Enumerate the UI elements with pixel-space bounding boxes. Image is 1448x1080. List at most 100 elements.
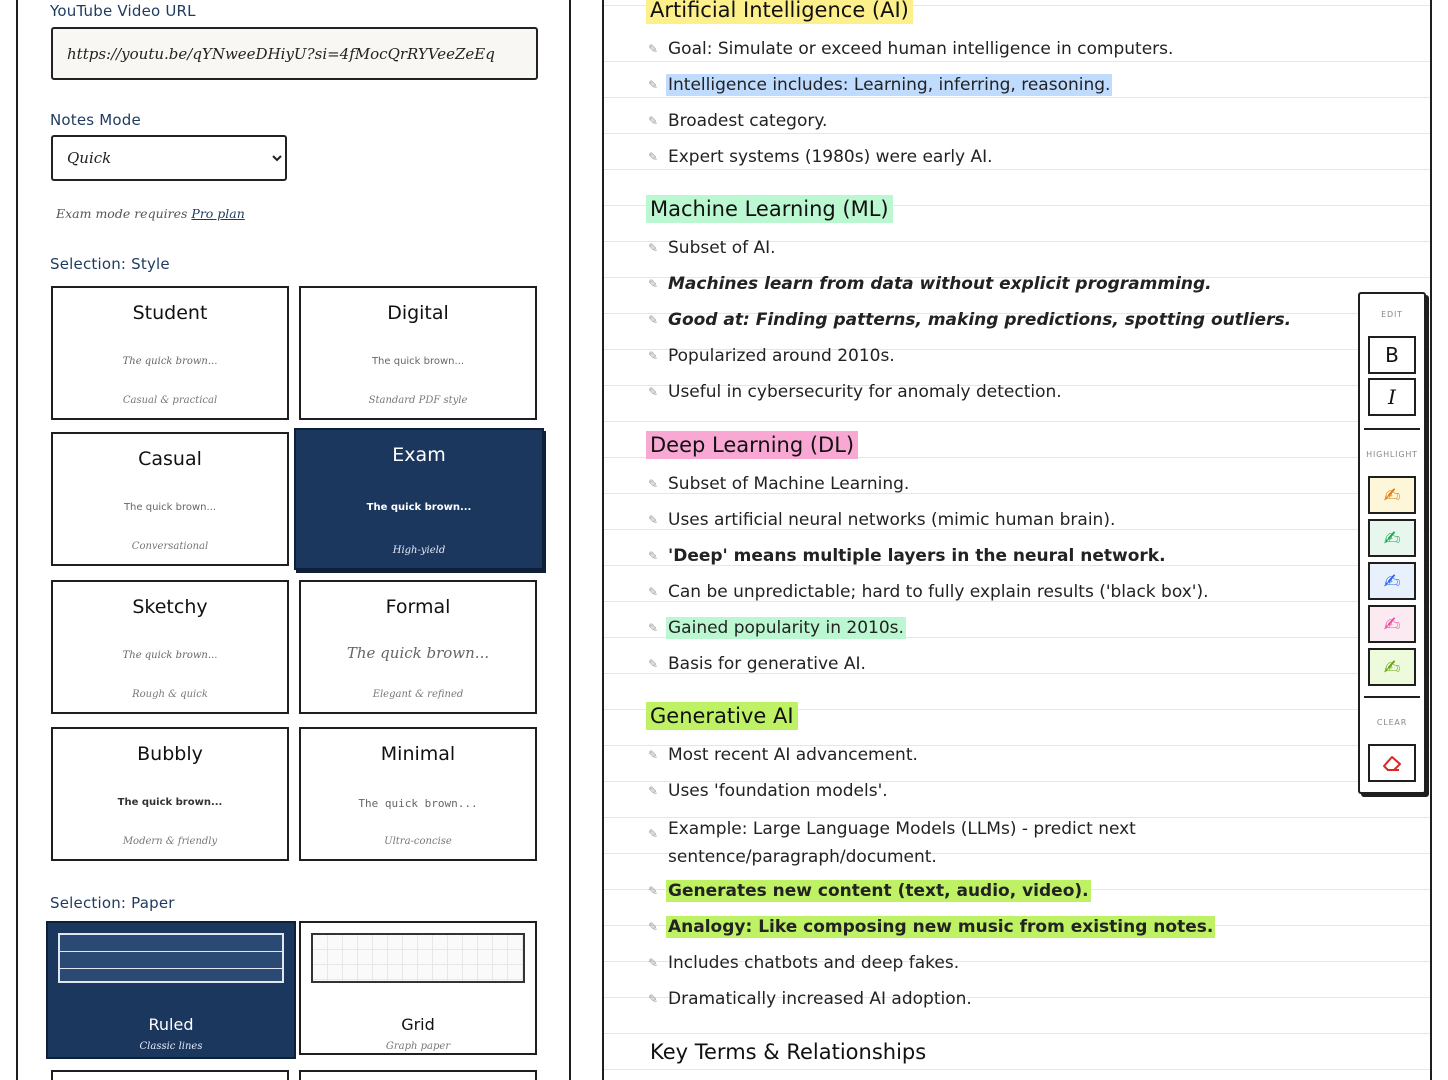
pencil-icon: ✎ <box>648 956 659 970</box>
highlight-green-button[interactable]: ✍ <box>1368 519 1416 557</box>
style-card-sample: The quick brown... <box>122 650 218 661</box>
highlight-yellow-button[interactable]: ✍ <box>1368 476 1416 514</box>
note-line[interactable]: ✎ Popularized around 2010s. <box>648 345 897 367</box>
format-toolbar: EDIT B I HIGHLIGHT ✍ ✍ ✍ ✍ ✍ CLEAR <box>1358 292 1426 794</box>
highlight-pink-button[interactable]: ✍ <box>1368 605 1416 643</box>
pencil-icon: ✎ <box>648 349 659 363</box>
pencil-icon: ✎ <box>648 992 659 1006</box>
toolbar-edit-label: EDIT <box>1381 310 1403 319</box>
settings-panel: YouTube Video URL Notes Mode Quick Exam … <box>16 0 571 1080</box>
pencil-icon: ✎ <box>648 42 659 56</box>
style-card-sample: The quick brown... <box>366 502 472 513</box>
style-card-sketchy[interactable]: Sketchy The quick brown... Rough & quick <box>51 580 289 714</box>
style-card-sample: The quick brown... <box>358 797 478 810</box>
style-card-casual[interactable]: Casual The quick brown... Conversational <box>51 432 289 566</box>
pencil-icon: ✎ <box>648 621 659 635</box>
style-card-sample: The quick brown... <box>371 356 465 367</box>
paper-card-next[interactable] <box>299 1070 537 1080</box>
style-card-title: Bubbly <box>137 743 203 765</box>
paper-card-ruled[interactable]: Ruled Classic lines <box>46 921 296 1059</box>
pencil-icon: ✎ <box>648 827 659 841</box>
pencil-icon: ✎ <box>648 313 659 327</box>
toolbar-clear-label: CLEAR <box>1376 718 1408 727</box>
note-heading-key-terms: Key Terms & Relationships <box>650 1040 927 1064</box>
style-card-title: Sketchy <box>132 596 208 618</box>
style-card-title: Exam <box>392 444 446 466</box>
note-line[interactable]: ✎ Example: Large Language Models (LLMs) -… <box>648 814 1208 872</box>
highlighter-icon: ✍ <box>1383 569 1401 593</box>
eraser-icon <box>1383 756 1401 771</box>
notes-mode-label: Notes Mode <box>50 111 141 129</box>
note-line[interactable]: ✎ Basis for generative AI. <box>648 653 868 675</box>
style-card-desc: Rough & quick <box>132 689 208 700</box>
style-card-desc: High-yield <box>392 545 446 556</box>
paper-card-grid[interactable]: Grid Graph paper <box>299 921 537 1055</box>
ruled-preview <box>58 933 284 983</box>
note-heading-ai: Artificial Intelligence (AI) <box>646 0 913 24</box>
style-card-sample: The quick brown... <box>123 502 217 513</box>
pencil-icon: ✎ <box>648 884 659 898</box>
youtube-url-input[interactable] <box>51 27 538 80</box>
style-card-desc: Ultra-concise <box>384 836 452 847</box>
style-card-title: Student <box>132 302 208 324</box>
paper-card-title: Grid <box>401 1015 435 1034</box>
style-card-minimal[interactable]: Minimal The quick brown... Ultra-concise <box>299 727 537 861</box>
style-card-title: Digital <box>387 302 449 324</box>
note-line[interactable]: ✎ Most recent AI advancement. <box>648 744 920 766</box>
pencil-icon: ✎ <box>648 549 659 563</box>
clear-highlight-button[interactable] <box>1368 744 1416 782</box>
note-line[interactable]: ✎ Uses 'foundation models'. <box>648 780 890 802</box>
notes-mode-select[interactable]: Quick <box>51 135 287 181</box>
toolbar-highlight-label: HIGHLIGHT <box>1366 450 1418 459</box>
highlighter-icon: ✍ <box>1383 483 1401 507</box>
grid-preview <box>311 933 525 983</box>
paper-card-title: Ruled <box>148 1015 194 1034</box>
note-line[interactable]: ✎ Good at: Finding patterns, making predi… <box>648 309 1293 331</box>
paper-card-next[interactable] <box>51 1070 289 1080</box>
highlight-blue-button[interactable]: ✍ <box>1368 562 1416 600</box>
notes-page[interactable]: Artificial Intelligence (AI) ✎ Goal: Simu… <box>602 0 1432 1080</box>
pencil-icon: ✎ <box>648 78 659 92</box>
pro-plan-link[interactable]: Pro plan <box>191 206 244 221</box>
note-line[interactable]: ✎ Subset of Machine Learning. <box>648 473 911 495</box>
note-line[interactable]: ✎ Subset of AI. <box>648 237 778 259</box>
pencil-icon: ✎ <box>648 513 659 527</box>
note-line[interactable]: ✎ Includes chatbots and deep fakes. <box>648 952 961 974</box>
highlight-lime-button[interactable]: ✍ <box>1368 648 1416 686</box>
pencil-icon: ✎ <box>648 277 659 291</box>
style-section-label: Selection: Style <box>50 255 170 273</box>
style-card-title: Casual <box>138 448 202 470</box>
italic-button[interactable]: I <box>1368 378 1416 416</box>
note-line[interactable]: ✎ Dramatically increased AI adoption. <box>648 988 974 1010</box>
pencil-icon: ✎ <box>648 114 659 128</box>
style-card-sample: The quick brown... <box>117 797 223 808</box>
note-line[interactable]: ✎ Intelligence includes: Learning, inferr… <box>648 74 1113 96</box>
pencil-icon: ✎ <box>648 477 659 491</box>
note-line[interactable]: ✎ Can be unpredictable; hard to fully exp… <box>648 581 1210 603</box>
highlighter-icon: ✍ <box>1383 612 1401 636</box>
note-line[interactable]: ✎ Useful in cybersecurity for anomaly det… <box>648 381 1064 403</box>
exam-note-text: Exam mode requires <box>56 206 188 221</box>
note-line[interactable]: ✎ Analogy: Like composing new music from … <box>648 916 1216 938</box>
note-line[interactable]: ✎ Gained popularity in 2010s. <box>648 617 906 639</box>
note-line[interactable]: ✎ 'Deep' means multiple layers in the neu… <box>648 545 1168 567</box>
style-card-digital[interactable]: Digital The quick brown... Standard PDF … <box>299 286 537 420</box>
note-line[interactable]: ✎ Generates new content (text, audio, vid… <box>648 880 1091 902</box>
bold-button[interactable]: B <box>1368 336 1416 374</box>
note-line[interactable]: ✎ Uses artificial neural networks (mimic … <box>648 509 1117 531</box>
note-heading-dl: Deep Learning (DL) <box>646 431 859 459</box>
note-line[interactable]: ✎ Expert systems (1980s) were early AI. <box>648 146 995 168</box>
pencil-icon: ✎ <box>648 585 659 599</box>
note-line[interactable]: ✎ Goal: Simulate or exceed human intellig… <box>648 38 1175 60</box>
highlighter-icon: ✍ <box>1383 655 1401 679</box>
style-card-sample: The quick brown... <box>346 644 490 662</box>
style-card-formal[interactable]: Formal The quick brown... Elegant & refi… <box>299 580 537 714</box>
style-card-desc: Casual & practical <box>122 395 218 406</box>
pencil-icon: ✎ <box>648 385 659 399</box>
style-card-exam[interactable]: Exam The quick brown... High-yield <box>294 428 544 570</box>
note-line[interactable]: ✎ Broadest category. <box>648 110 829 132</box>
style-card-student[interactable]: Student The quick brown... Casual & prac… <box>51 286 289 420</box>
url-label: YouTube Video URL <box>50 2 196 20</box>
note-line[interactable]: ✎ Machines learn from data without explic… <box>648 273 1214 295</box>
style-card-bubbly[interactable]: Bubbly The quick brown... Modern & frien… <box>51 727 289 861</box>
